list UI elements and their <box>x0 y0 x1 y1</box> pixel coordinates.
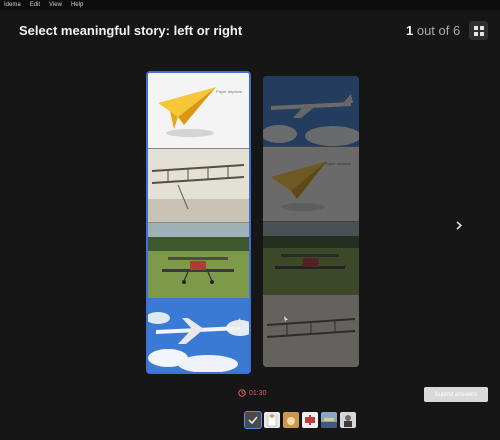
thumbnail-5[interactable] <box>321 412 337 428</box>
wright-flyer-image <box>263 295 359 367</box>
countdown-timer: 01:30 <box>238 389 267 397</box>
thumbnail-4[interactable] <box>302 412 318 428</box>
panel-caption: Paper airplane <box>325 161 352 166</box>
progress-counter: 1 out of 6 <box>406 23 460 38</box>
page-title: Select meaningful story: left or right <box>19 23 243 38</box>
check-icon <box>245 412 261 428</box>
story-panel-paper-airplane: Paper airplane <box>148 73 249 149</box>
biplane-image <box>148 223 249 297</box>
question-thumbnails <box>244 411 356 429</box>
thumbnail-image <box>283 412 299 428</box>
thumbnail-1[interactable] <box>244 411 262 429</box>
thumbnail-image <box>340 412 356 428</box>
paper-airplane-image <box>158 87 216 137</box>
panel-caption: Paper airplane <box>216 89 243 94</box>
biplane-image <box>263 222 359 294</box>
story-panel-wright-flyer <box>263 295 359 367</box>
story-panel-jet <box>263 76 359 147</box>
mouse-cursor <box>284 316 288 322</box>
story-panel-jet <box>148 298 249 372</box>
menu-bar: Idema Edit View Help <box>0 0 500 10</box>
thumbnail-3[interactable] <box>283 412 299 428</box>
grid-icon <box>473 25 484 36</box>
story-panel-wright-flyer <box>148 149 249 223</box>
chevron-right-icon <box>456 221 463 230</box>
thumbnail-image <box>302 412 318 428</box>
menu-view[interactable]: View <box>49 0 62 10</box>
grid-view-button[interactable] <box>469 21 488 40</box>
next-button[interactable] <box>456 217 463 233</box>
menu-edit[interactable]: Edit <box>30 0 40 10</box>
progress-suffix: out of 6 <box>413 23 461 38</box>
story-panel-biplane <box>263 222 359 295</box>
submit-answers-button[interactable]: Submit answers <box>424 387 488 402</box>
paper-airplane-image <box>271 161 327 211</box>
thumbnail-image <box>264 412 280 428</box>
jet-airliner-image <box>148 298 249 372</box>
left-story-option[interactable]: Paper airplane <box>146 71 251 374</box>
wright-flyer-image <box>148 149 249 222</box>
story-panel-paper-airplane: Paper airplane <box>263 147 359 222</box>
menu-help[interactable]: Help <box>71 0 83 10</box>
right-story-option[interactable]: Paper airplane <box>263 76 359 367</box>
thumbnail-image <box>321 412 337 428</box>
thumbnail-2[interactable] <box>264 412 280 428</box>
jet-airliner-image <box>263 76 359 146</box>
timer-value: 01:30 <box>249 389 267 397</box>
clock-icon <box>238 389 246 397</box>
menu-idema[interactable]: Idema <box>4 0 21 10</box>
story-panel-biplane <box>148 223 249 298</box>
thumbnail-6[interactable] <box>340 412 356 428</box>
